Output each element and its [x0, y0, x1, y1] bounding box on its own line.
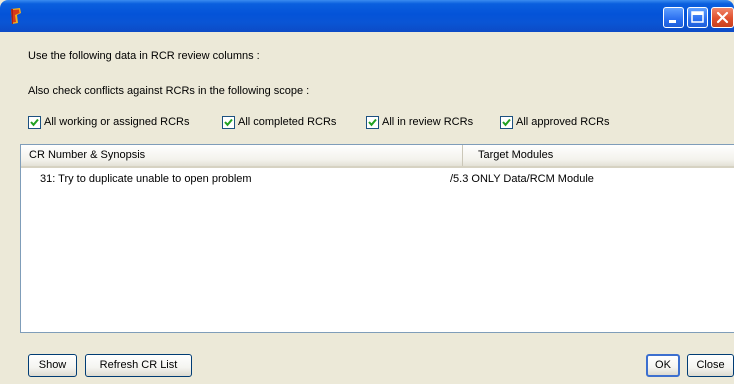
checkbox-label: All approved RCRs	[516, 116, 610, 128]
review-columns-label: Use the following data in RCR review col…	[28, 50, 260, 62]
cr-list[interactable]: CR Number & Synopsis Target Modules 31: …	[20, 144, 734, 333]
checkbox-box[interactable]	[222, 115, 235, 129]
checkbox-box[interactable]	[366, 115, 379, 129]
list-header: CR Number & Synopsis Target Modules	[21, 145, 734, 168]
minimize-button[interactable]	[663, 7, 684, 28]
checkmark-icon	[30, 118, 39, 126]
maximize-icon	[691, 11, 704, 23]
checkbox-box[interactable]	[28, 115, 41, 129]
show-button[interactable]: Show	[28, 354, 77, 377]
target-module-cell: /5.3 ONLY Data/RCM Module	[450, 173, 594, 185]
checkbox-label: All in review RCRs	[382, 116, 474, 128]
column-header-cr-number[interactable]: CR Number & Synopsis	[21, 145, 463, 166]
app-icon[interactable]	[8, 7, 24, 25]
close-window-button[interactable]	[711, 7, 734, 28]
checkbox-label: All completed RCRs	[238, 116, 337, 128]
checkmark-icon	[224, 118, 233, 126]
column-header-target-modules[interactable]: Target Modules	[463, 145, 734, 166]
list-item[interactable]: 31: Try to duplicate unable to open prob…	[21, 171, 734, 188]
checkbox-in-review[interactable]: All in review RCRs	[366, 114, 473, 130]
ok-button[interactable]: OK	[646, 354, 680, 377]
minimize-icon	[669, 20, 676, 23]
close-icon	[716, 11, 729, 24]
title-bar[interactable]	[0, 0, 734, 32]
conflict-scope-label: Also check conflicts against RCRs in the…	[28, 85, 310, 97]
checkbox-approved[interactable]: All approved RCRs	[500, 114, 610, 130]
maximize-button[interactable]	[687, 7, 708, 28]
cr-synopsis-cell: 31: Try to duplicate unable to open prob…	[40, 173, 252, 185]
checkbox-box[interactable]	[500, 115, 513, 129]
refresh-cr-list-button[interactable]: Refresh CR List	[85, 354, 192, 377]
checkbox-completed[interactable]: All completed RCRs	[222, 114, 336, 130]
checkmark-icon	[368, 118, 377, 126]
checkmark-icon	[502, 118, 511, 126]
checkbox-label: All working or assigned RCRs	[44, 116, 190, 128]
close-button[interactable]: Close	[687, 354, 734, 377]
dialog-window: Use the following data in RCR review col…	[0, 0, 734, 384]
checkbox-working-assigned[interactable]: All working or assigned RCRs	[28, 114, 190, 130]
